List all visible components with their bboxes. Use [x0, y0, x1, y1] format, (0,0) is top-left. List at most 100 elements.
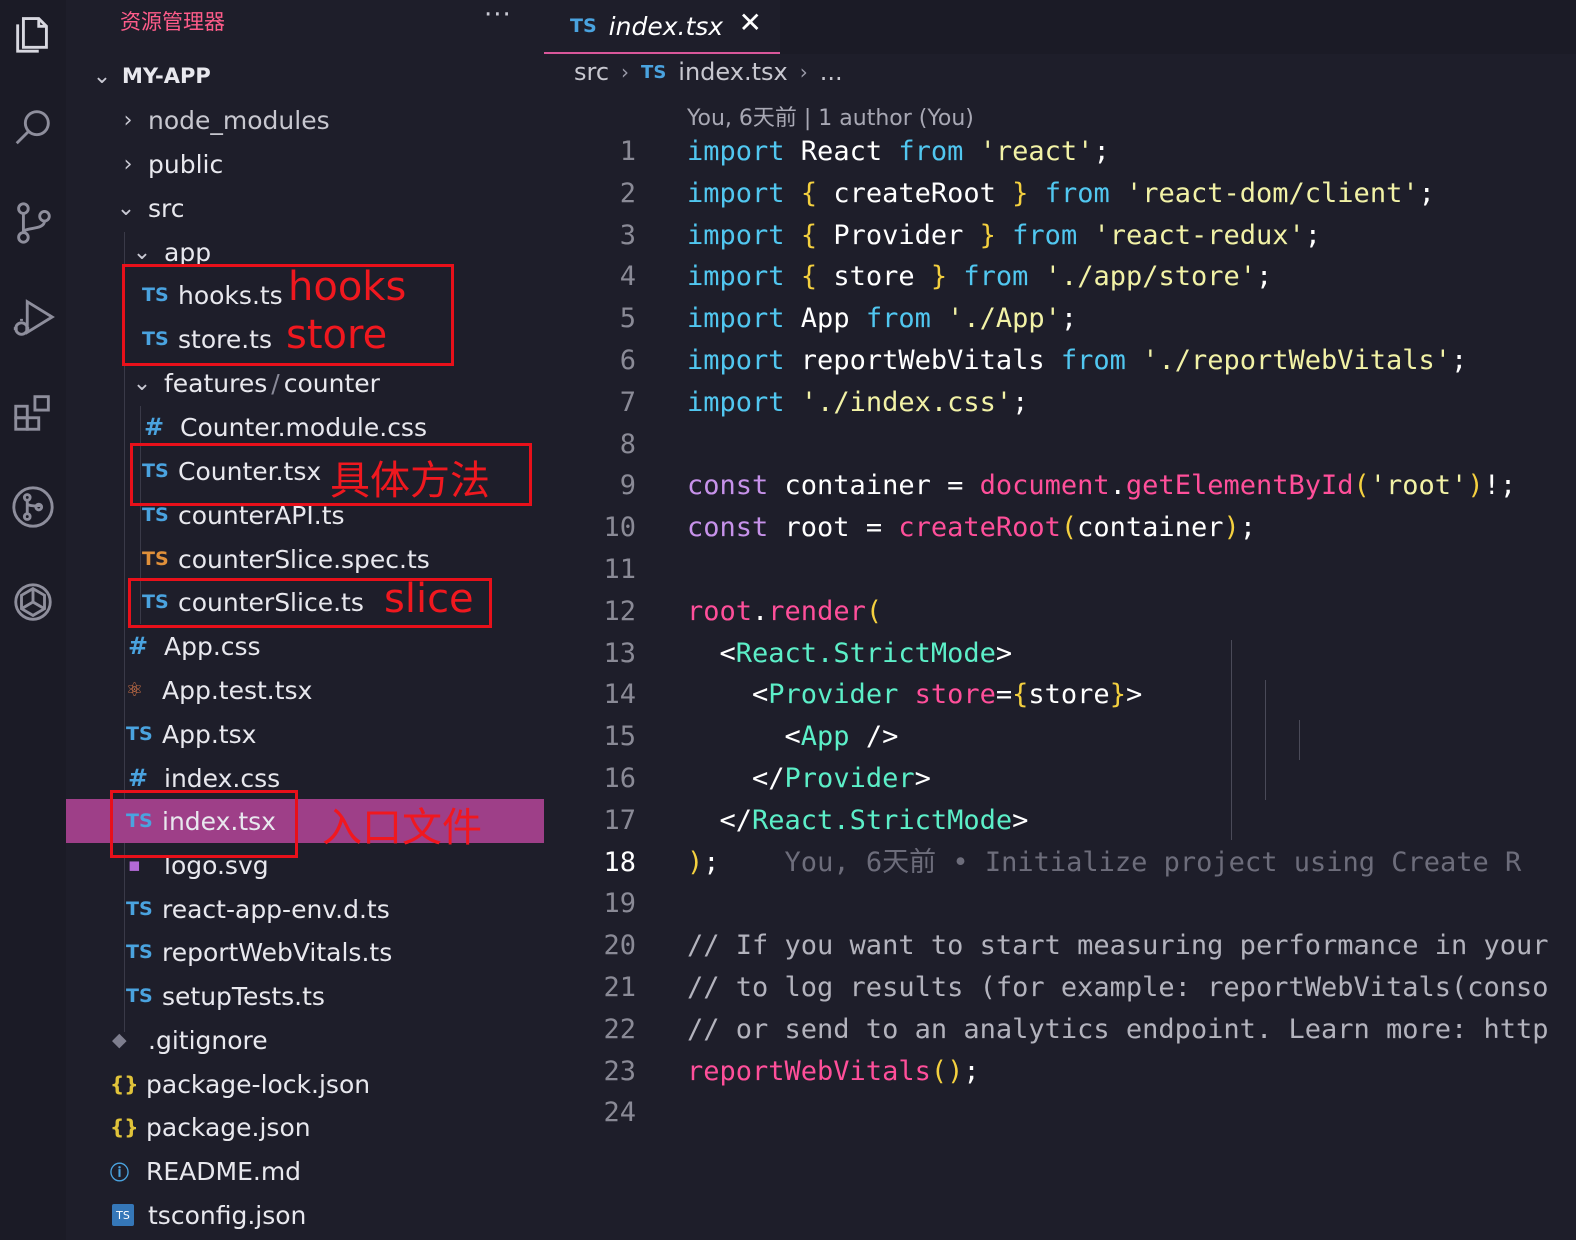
- code-line[interactable]: 9 const container = document.getElementBy…: [544, 465, 1576, 507]
- breadcrumb-file[interactable]: index.tsx: [678, 58, 787, 86]
- line-content: import reportWebVitals from './reportWeb…: [687, 344, 1468, 376]
- code-line[interactable]: 18 ); You, 6天前 • Initialize project using…: [544, 842, 1576, 884]
- annotation-store: store: [286, 312, 388, 358]
- search-icon[interactable]: [6, 100, 60, 154]
- code-line[interactable]: 7 import './index.css';: [544, 382, 1576, 424]
- line-number: 3: [619, 219, 636, 251]
- tree-item-public[interactable]: › public: [66, 142, 544, 186]
- chevron-down-icon: ⌄: [132, 239, 152, 265]
- tree-item-report-web-vitals[interactable]: TS reportWebVitals.ts: [66, 930, 544, 974]
- code-line[interactable]: 1 import React from 'react';: [544, 131, 1576, 173]
- line-number: 9: [619, 470, 636, 502]
- code-line[interactable]: 22 // or send to an analytics endpoint. L…: [544, 1009, 1576, 1051]
- typescript-file-icon: TS: [142, 504, 169, 526]
- explorer-icon[interactable]: [6, 5, 60, 59]
- code-line[interactable]: 21 // to log results (for example: report…: [544, 967, 1576, 1009]
- info-icon: ⓘ: [110, 1161, 130, 1184]
- code-line[interactable]: 3 import { Provider } from 'react-redux';: [544, 215, 1576, 257]
- code-line[interactable]: 15 <App />: [544, 716, 1576, 758]
- tree-item-setup-tests[interactable]: TS setupTests.ts: [66, 974, 544, 1018]
- tree-item-gitignore[interactable]: ◆ .gitignore: [66, 1018, 544, 1062]
- line-content: import { createRoot } from 'react-dom/cl…: [687, 177, 1435, 209]
- code-line[interactable]: 11: [544, 549, 1576, 591]
- chevron-down-icon: ⌄: [132, 370, 152, 396]
- code-line[interactable]: 23 reportWebVitals();: [544, 1051, 1576, 1093]
- tree-item-app-test-tsx[interactable]: ⚛ App.test.tsx: [66, 668, 544, 712]
- chevron-down-icon: ⌄: [116, 195, 136, 221]
- code-line[interactable]: 17 </React.StrictMode>: [544, 800, 1576, 842]
- git-graph-icon[interactable]: [6, 480, 60, 534]
- line-content: <App />: [687, 721, 899, 753]
- chevron-right-icon: ›: [123, 107, 133, 133]
- run-debug-icon[interactable]: [6, 290, 60, 344]
- code-line[interactable]: 2 import { createRoot } from 'react-dom/c…: [544, 173, 1576, 215]
- tree-item-react-app-env[interactable]: TS react-app-env.d.ts: [66, 887, 544, 931]
- close-icon[interactable]: ✕: [739, 6, 762, 39]
- line-number: 7: [619, 386, 636, 418]
- extensions-icon[interactable]: [6, 385, 60, 439]
- line-number: 2: [619, 177, 636, 209]
- line-number: 5: [619, 303, 636, 335]
- openai-icon[interactable]: [6, 575, 60, 629]
- line-number: 23: [603, 1055, 636, 1087]
- line-content: import './index.css';: [687, 386, 1029, 418]
- line-number: 21: [603, 971, 636, 1003]
- code-line[interactable]: 19: [544, 883, 1576, 925]
- line-content: <Provider store={store}>: [687, 679, 1143, 711]
- code-line[interactable]: 14 <Provider store={store}>: [544, 674, 1576, 716]
- code-line[interactable]: 8: [544, 424, 1576, 466]
- tree-item-package-lock-json[interactable]: {} package-lock.json: [66, 1062, 544, 1106]
- code-view[interactable]: 1 import React from 'react'; 2 import { cre…: [544, 131, 1576, 1134]
- project-name: MY-APP: [122, 64, 211, 88]
- tree-item-package-json[interactable]: {} package.json: [66, 1105, 544, 1149]
- annotation-hooks: hooks: [288, 264, 407, 310]
- line-content: ); You, 6天前 • Initialize project using C…: [687, 846, 1522, 878]
- tree-item-features-counter[interactable]: ⌄ features / counter: [66, 361, 544, 405]
- more-actions-button[interactable]: ···: [484, 0, 512, 30]
- tree-item-readme[interactable]: ⓘ README.md: [66, 1149, 544, 1193]
- tree-item-app-tsx[interactable]: TS App.tsx: [66, 712, 544, 756]
- tab-index-tsx[interactable]: TS index.tsx ✕: [544, 0, 780, 54]
- css-file-icon: #: [144, 413, 165, 441]
- css-file-icon: #: [128, 764, 149, 792]
- tree-item-counter-slice-spec-ts[interactable]: TS counterSlice.spec.ts: [66, 537, 544, 581]
- line-content: <React.StrictMode>: [687, 637, 1013, 669]
- source-control-icon[interactable]: [6, 195, 60, 249]
- code-line[interactable]: 4 import { store } from './app/store';: [544, 256, 1576, 298]
- code-line[interactable]: 5 import App from './App';: [544, 298, 1576, 340]
- code-line[interactable]: 6 import reportWebVitals from './reportWe…: [544, 340, 1576, 382]
- line-number: 16: [603, 762, 636, 794]
- breadcrumb-src[interactable]: src: [574, 58, 609, 86]
- project-root[interactable]: ⌄ MY-APP: [66, 54, 544, 98]
- json-file-icon: {}: [110, 1115, 139, 1139]
- tree-item-src[interactable]: ⌄ src: [66, 186, 544, 230]
- line-number: 20: [603, 930, 636, 962]
- tree-item-node-modules[interactable]: › node_modules: [66, 98, 544, 142]
- line-content: </Provider>: [687, 762, 931, 794]
- code-line[interactable]: 24: [544, 1092, 1576, 1134]
- line-number: 18: [603, 846, 636, 878]
- line-number: 8: [619, 428, 636, 460]
- codelens-blame[interactable]: You, 6天前 | 1 author (You): [687, 100, 974, 132]
- breadcrumb-symbols[interactable]: ...: [820, 58, 843, 86]
- line-number: 11: [603, 553, 636, 585]
- explorer-sidebar: 资源管理器 ··· ⌄ MY-APP › node_modules › publ…: [66, 0, 544, 1240]
- line-content: // or send to an analytics endpoint. Lea…: [687, 1013, 1549, 1045]
- code-line[interactable]: 12 root.render(: [544, 591, 1576, 633]
- annotation-methods: 具体方法: [330, 458, 490, 504]
- code-line[interactable]: 16 </Provider>: [544, 758, 1576, 800]
- code-line[interactable]: 10 const root = createRoot(container);: [544, 507, 1576, 549]
- code-line[interactable]: 13 <React.StrictMode>: [544, 633, 1576, 675]
- line-content: root.render(: [687, 595, 883, 627]
- chevron-down-icon: ⌄: [92, 63, 112, 89]
- annotation-box-entry: [110, 790, 298, 858]
- tree-item-app-css[interactable]: # App.css: [66, 624, 544, 668]
- tab-bar: TS index.tsx ✕: [544, 0, 1576, 54]
- typescript-test-file-icon: TS: [142, 548, 169, 570]
- line-number: 14: [603, 679, 636, 711]
- code-line[interactable]: 20 // If you want to start measuring perf…: [544, 925, 1576, 967]
- tree-item-tsconfig[interactable]: TS tsconfig.json: [66, 1193, 544, 1237]
- annotation-slice: slice: [384, 576, 474, 622]
- line-number: 17: [603, 804, 636, 836]
- typescript-file-icon: TS: [126, 723, 153, 745]
